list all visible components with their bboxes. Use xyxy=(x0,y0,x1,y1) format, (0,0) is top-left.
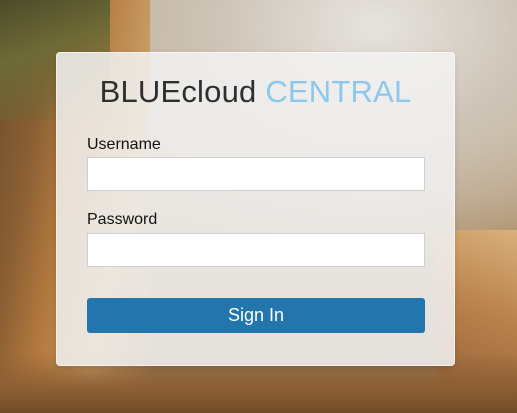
app-title-brand: BLUEcloud xyxy=(99,74,257,109)
sign-in-button[interactable]: Sign In xyxy=(87,298,425,333)
username-input[interactable] xyxy=(87,157,425,191)
app-title: BLUEcloud CENTRAL xyxy=(57,74,454,110)
login-panel: BLUEcloud CENTRAL Username Password Sign… xyxy=(56,52,455,366)
app-title-product: CENTRAL xyxy=(265,74,412,109)
password-label: Password xyxy=(87,211,158,228)
password-input[interactable] xyxy=(87,233,425,267)
username-label: Username xyxy=(87,136,161,153)
